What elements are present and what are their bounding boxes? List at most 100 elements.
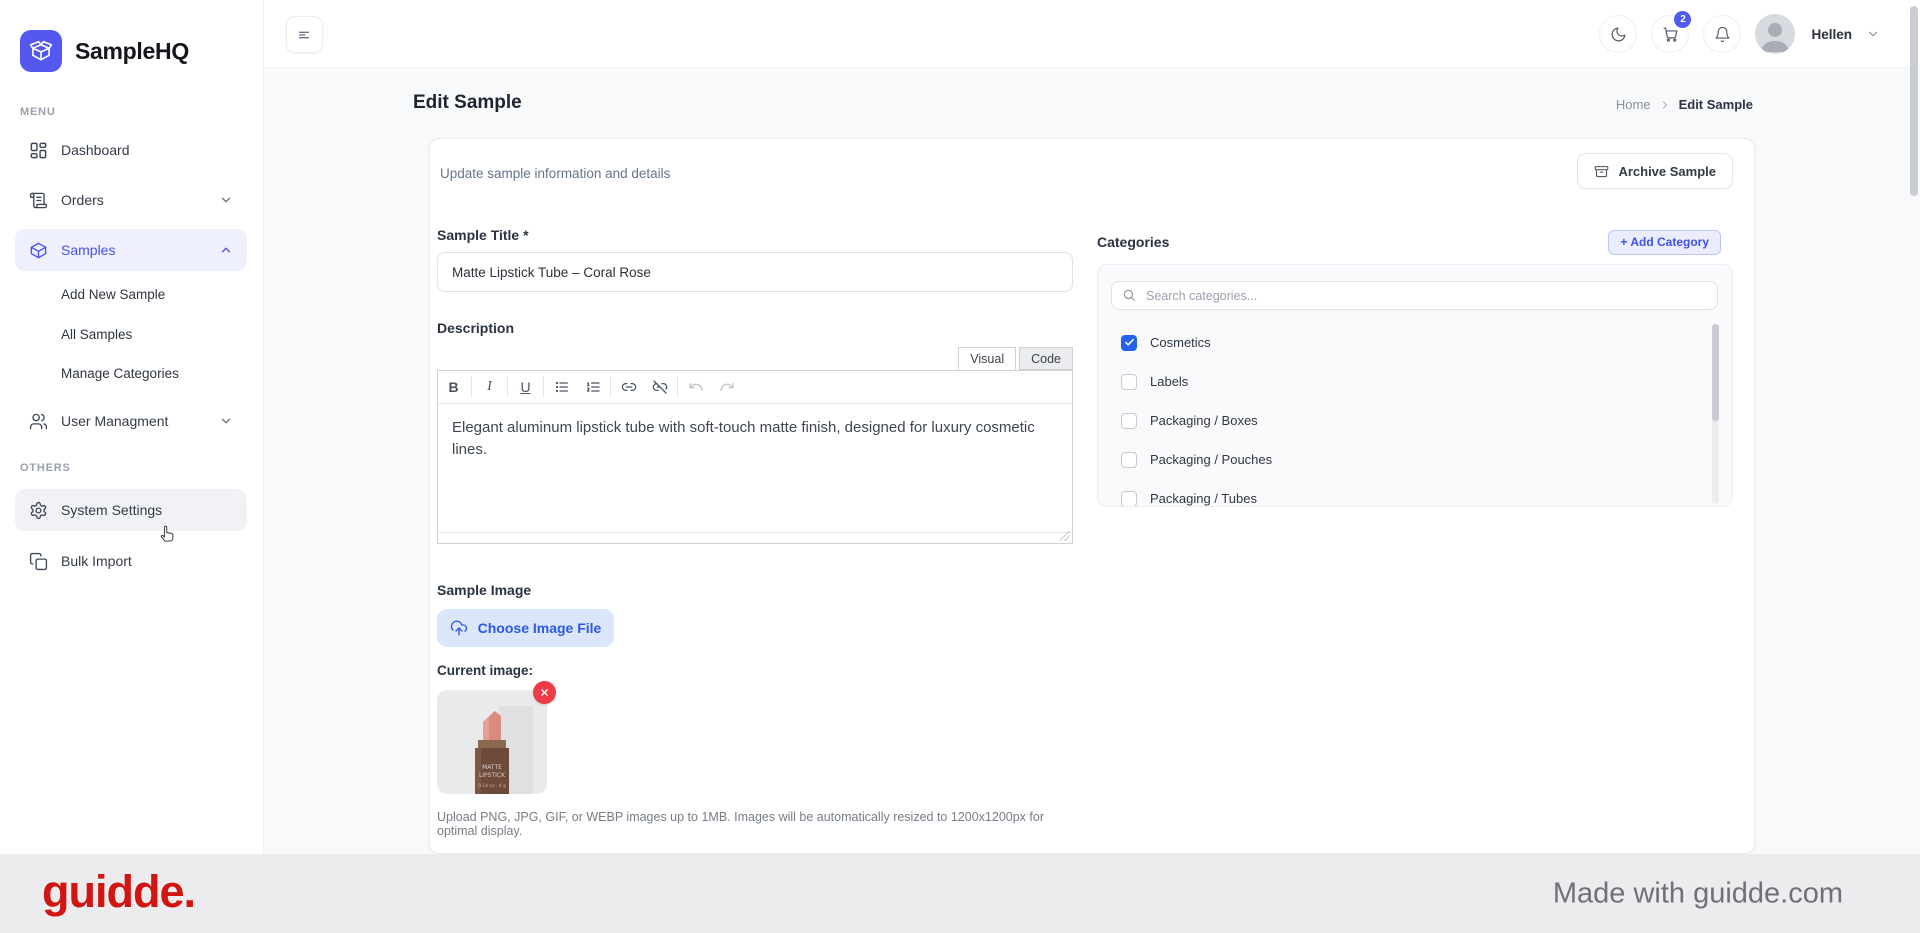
sidebar-toggle-button[interactable] bbox=[286, 16, 323, 53]
bold-button[interactable]: B bbox=[438, 371, 469, 403]
add-category-button[interactable]: + Add Category bbox=[1608, 230, 1721, 255]
breadcrumb-home-link[interactable]: Home bbox=[1616, 97, 1651, 112]
form-left-column: Sample Title * Description Visual Code B… bbox=[437, 227, 1073, 873]
categories-panel: Cosmetics Labels Packaging / Boxes bbox=[1097, 264, 1733, 507]
checkbox-icon[interactable] bbox=[1121, 413, 1137, 429]
receipt-icon bbox=[29, 191, 48, 210]
open-box-logo-icon bbox=[20, 30, 62, 72]
others-section-label: OTHERS bbox=[20, 462, 71, 474]
sidebar-item-manage-categories[interactable]: Manage Categories bbox=[15, 355, 247, 391]
sidebar-item-label: Bulk Import bbox=[61, 553, 132, 569]
category-item-cosmetics[interactable]: Cosmetics bbox=[1111, 323, 1718, 362]
category-item-labels[interactable]: Labels bbox=[1111, 362, 1718, 401]
editor-toolbar: B I U bbox=[438, 371, 1072, 404]
sample-title-input[interactable] bbox=[437, 252, 1073, 292]
archive-button-label: Archive Sample bbox=[1618, 164, 1716, 179]
sidebar-item-add-new-sample[interactable]: Add New Sample bbox=[15, 276, 247, 312]
editor-statusbar bbox=[438, 532, 1072, 543]
editor-tabs: Visual Code bbox=[437, 347, 1073, 370]
checkbox-checked-icon[interactable] bbox=[1121, 335, 1137, 351]
guidde-footer: guidde. Made with guidde.com bbox=[0, 854, 1920, 933]
close-icon bbox=[539, 687, 550, 698]
sidebar-item-samples[interactable]: Samples bbox=[15, 229, 247, 271]
app-logo[interactable]: SampleHQ bbox=[20, 30, 189, 72]
archive-icon bbox=[1594, 164, 1609, 179]
sidebar-item-orders[interactable]: Orders bbox=[15, 179, 247, 221]
dashboard-icon bbox=[29, 141, 48, 160]
page-scrollbar-thumb[interactable] bbox=[1910, 6, 1918, 196]
sidebar-item-label: User Managment bbox=[61, 413, 168, 429]
breadcrumb: Home Edit Sample bbox=[1616, 97, 1753, 112]
resize-grip[interactable] bbox=[1060, 531, 1070, 541]
sidebar-item-user-managment[interactable]: User Managment bbox=[15, 400, 247, 442]
copy-icon bbox=[29, 552, 48, 571]
breadcrumb-current: Edit Sample bbox=[1679, 97, 1753, 112]
sample-title-label: Sample Title * bbox=[437, 227, 1073, 243]
category-list-scrollbar[interactable] bbox=[1712, 324, 1719, 504]
remove-link-button[interactable] bbox=[644, 371, 675, 403]
sidebar-item-dashboard[interactable]: Dashboard bbox=[15, 129, 247, 171]
sidebar-subitem-label: Add New Sample bbox=[61, 287, 165, 302]
choose-image-button[interactable]: Choose Image File bbox=[437, 609, 614, 647]
user-name[interactable]: Hellen bbox=[1811, 27, 1852, 42]
notifications-button[interactable] bbox=[1703, 15, 1741, 53]
tab-visual[interactable]: Visual bbox=[958, 347, 1016, 370]
lipstick-image: MATTE LIPSTICK 0.14 oz · 4 g bbox=[437, 690, 547, 794]
sidebar-item-all-samples[interactable]: All Samples bbox=[15, 316, 247, 352]
remove-image-button[interactable] bbox=[533, 681, 556, 704]
cloud-upload-icon bbox=[450, 619, 468, 637]
category-label: Packaging / Pouches bbox=[1150, 452, 1272, 467]
scrollbar-thumb[interactable] bbox=[1712, 324, 1719, 421]
app-name: SampleHQ bbox=[75, 38, 189, 65]
cart-icon bbox=[1662, 26, 1679, 43]
underline-button[interactable]: U bbox=[510, 371, 541, 403]
made-with-text: Made with guidde.com bbox=[1553, 877, 1843, 910]
chevron-right-icon bbox=[1659, 99, 1671, 111]
checkbox-icon[interactable] bbox=[1121, 374, 1137, 390]
cart-button[interactable]: 2 bbox=[1651, 15, 1689, 53]
checkbox-icon[interactable] bbox=[1121, 452, 1137, 468]
checkbox-icon[interactable] bbox=[1121, 491, 1137, 507]
sidebar-item-bulk-import[interactable]: Bulk Import bbox=[15, 540, 247, 582]
menu-section-label: MENU bbox=[20, 106, 56, 118]
category-label: Packaging / Boxes bbox=[1150, 413, 1258, 428]
sidebar-item-label: Dashboard bbox=[61, 142, 130, 158]
sidebar-item-system-settings[interactable]: System Settings bbox=[15, 489, 247, 531]
dark-mode-button[interactable] bbox=[1599, 15, 1637, 53]
bell-icon bbox=[1714, 26, 1731, 43]
description-textarea[interactable]: Elegant aluminum lipstick tube with soft… bbox=[438, 404, 1072, 532]
upload-hint: Upload PNG, JPG, GIF, or WEBP images up … bbox=[437, 810, 1073, 838]
archive-sample-button[interactable]: Archive Sample bbox=[1577, 153, 1733, 189]
undo-button[interactable] bbox=[680, 371, 711, 403]
choose-image-label: Choose Image File bbox=[478, 620, 602, 636]
numbered-list-button[interactable] bbox=[577, 371, 608, 403]
gear-icon bbox=[29, 501, 48, 520]
svg-text:MATTE: MATTE bbox=[482, 764, 502, 771]
sidebar-subitem-label: All Samples bbox=[61, 327, 132, 342]
current-image-thumbnail: MATTE LIPSTICK 0.14 oz · 4 g bbox=[437, 690, 547, 794]
category-item-packaging-boxes[interactable]: Packaging / Boxes bbox=[1111, 401, 1718, 440]
form-right-column: Categories + Add Category Cosmetics bbox=[1097, 227, 1733, 507]
sidebar: SampleHQ MENU Dashboard Orders Samples A… bbox=[0, 0, 264, 933]
sidebar-item-label: Samples bbox=[61, 242, 115, 258]
italic-button[interactable]: I bbox=[474, 371, 505, 403]
chevron-down-icon bbox=[219, 414, 233, 428]
moon-icon bbox=[1610, 26, 1627, 43]
redo-button[interactable] bbox=[711, 371, 742, 403]
insert-link-button[interactable] bbox=[613, 371, 644, 403]
category-item-packaging-tubes[interactable]: Packaging / Tubes bbox=[1111, 479, 1718, 507]
tab-code[interactable]: Code bbox=[1019, 347, 1073, 370]
main-content: Edit Sample Home Edit Sample Update samp… bbox=[264, 68, 1920, 854]
category-item-packaging-pouches[interactable]: Packaging / Pouches bbox=[1111, 440, 1718, 479]
sidebar-item-label: System Settings bbox=[61, 502, 162, 518]
categories-label: Categories bbox=[1097, 234, 1169, 250]
collapse-menu-icon bbox=[297, 27, 313, 43]
svg-text:LIPSTICK: LIPSTICK bbox=[479, 772, 506, 779]
category-search-input[interactable] bbox=[1111, 281, 1718, 310]
cart-badge: 2 bbox=[1674, 11, 1691, 28]
top-header: 2 Hellen bbox=[264, 0, 1920, 68]
chevron-down-icon[interactable] bbox=[1866, 27, 1880, 41]
bullet-list-button[interactable] bbox=[546, 371, 577, 403]
user-avatar[interactable] bbox=[1755, 14, 1795, 54]
description-label: Description bbox=[437, 320, 1073, 336]
